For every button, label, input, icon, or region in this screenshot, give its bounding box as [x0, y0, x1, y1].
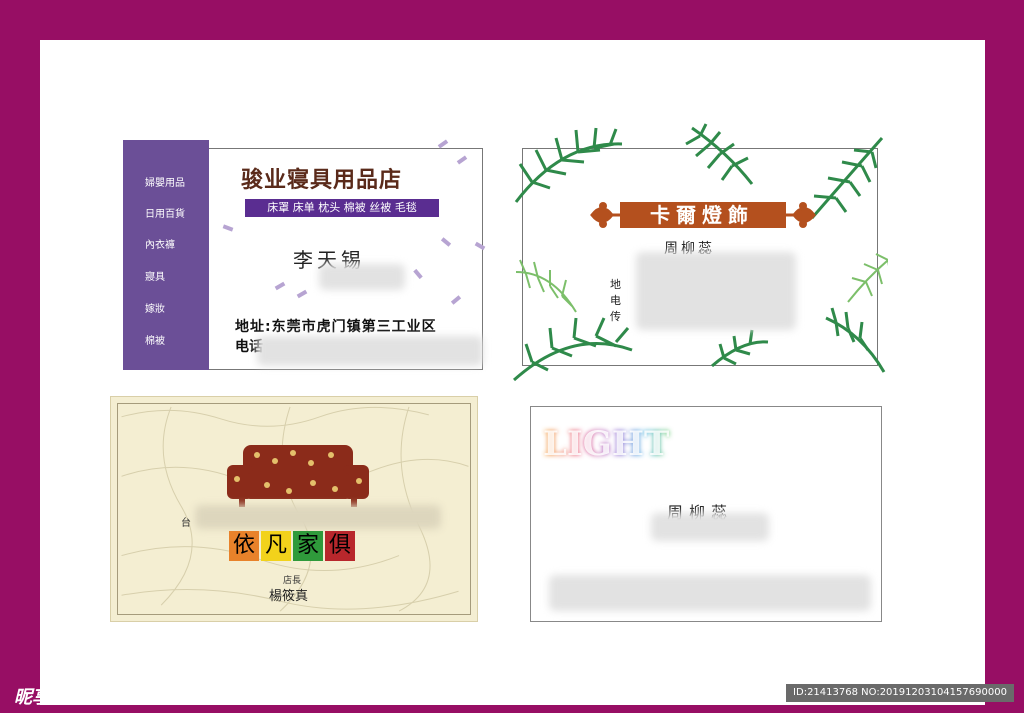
brand-tile: 凡: [261, 531, 291, 561]
manager-name: 楊筱真: [269, 589, 309, 604]
image-id-bar: ID:21413768 NO:20191203104157690000: [786, 684, 1014, 702]
light-card: LIGHT LIGHT 周柳蕊: [530, 406, 882, 622]
brand-tile: 依: [229, 531, 259, 561]
sidebar-item: 棉被: [145, 336, 165, 347]
brand-tile: 俱: [325, 531, 355, 561]
redacted-address: [549, 575, 871, 611]
redacted-area: [319, 264, 405, 290]
phone-label: 电: [610, 294, 621, 307]
products-banner: 床罩 床单 枕头 棉被 丝被 毛毯: [245, 199, 439, 217]
lamp-store-name: 卡爾燈飾: [650, 203, 754, 227]
redacted-phone: [195, 505, 441, 529]
furniture-store-card: 台 依 凡 家 俱 店長 楊筱真: [110, 396, 478, 622]
fax-label: 传: [610, 310, 621, 323]
product-sidebar: 婦嬰用品 日用百貨 內衣褲 寢具 嫁妝 棉被: [123, 140, 209, 370]
address-label: 地: [610, 278, 621, 291]
sidebar-item: 寢具: [145, 272, 165, 283]
lamp-store-card: 卡爾燈飾 周柳蕊 地 电 传: [512, 122, 888, 382]
sidebar-item: 日用百貨: [145, 209, 185, 220]
watermark-url: www.nipic.cn: [98, 687, 184, 702]
redacted-area: [651, 513, 769, 541]
phone-label: 台: [181, 518, 191, 529]
sidebar-item: 嫁妝: [145, 304, 165, 315]
address: 地址:东莞市虎门镇第三工业区: [235, 319, 437, 335]
redacted-contacts: [636, 252, 796, 330]
svg-text:LIGHT: LIGHT: [543, 424, 669, 464]
sofa-icon: [227, 445, 369, 507]
bedding-store-card: 婦嬰用品 日用百貨 內衣褲 寢具 嫁妝 棉被 骏业寝具用品店 床罩 床单 枕头 …: [123, 139, 486, 370]
sidebar-item: 婦嬰用品: [145, 178, 185, 189]
sidebar-item: 內衣褲: [145, 240, 175, 251]
store-title: 骏业寝具用品店: [241, 167, 403, 193]
redacted-phone: [257, 336, 483, 366]
light-logo: LIGHT LIGHT: [543, 424, 669, 464]
brand-tile: 家: [293, 531, 323, 561]
watermark-brand: 昵享网: [14, 687, 68, 708]
